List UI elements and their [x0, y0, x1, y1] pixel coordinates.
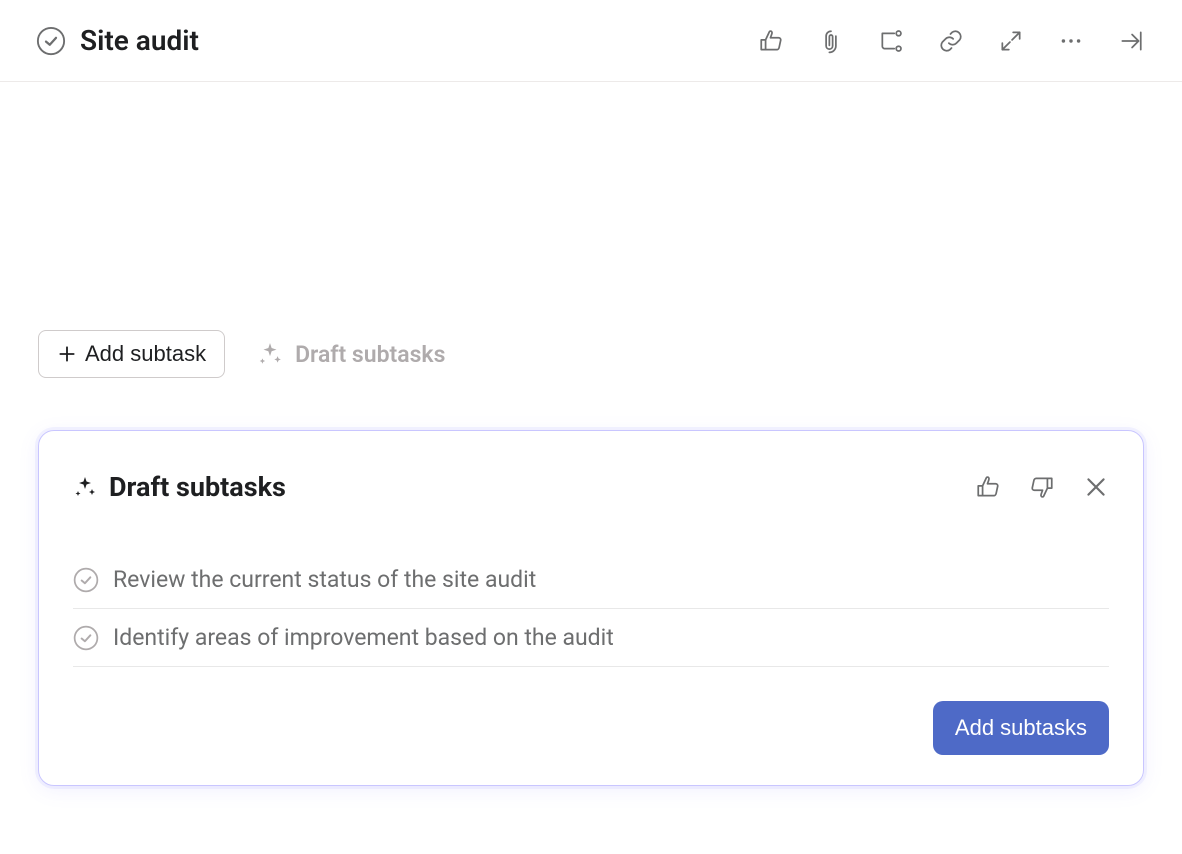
- add-subtask-label: Add subtask: [85, 341, 206, 367]
- subtask-text: Review the current status of the site au…: [113, 566, 536, 593]
- header-left: Site audit: [36, 24, 199, 57]
- plus-icon: [57, 344, 77, 364]
- sparkle-icon: [73, 475, 97, 499]
- subtask-text: Identify areas of improvement based on t…: [113, 624, 614, 651]
- link-icon[interactable]: [938, 28, 964, 54]
- draft-subtasks-link[interactable]: Draft subtasks: [257, 341, 445, 368]
- thumbs-up-icon[interactable]: [975, 474, 1001, 500]
- check-circle-icon[interactable]: [73, 567, 99, 593]
- attachment-icon[interactable]: [818, 28, 844, 54]
- panel-actions: [975, 474, 1109, 500]
- subtask-row[interactable]: Identify areas of improvement based on t…: [73, 609, 1109, 667]
- panel-title: Draft subtasks: [109, 471, 286, 503]
- subtask-list: Review the current status of the site au…: [73, 551, 1109, 667]
- panel-title-wrap: Draft subtasks: [73, 471, 286, 503]
- task-title[interactable]: Site audit: [80, 24, 199, 57]
- task-header: Site audit: [0, 0, 1182, 82]
- task-content: Add subtask Draft subtasks Draft subtask…: [0, 82, 1182, 786]
- header-actions: [758, 28, 1144, 54]
- like-icon[interactable]: [758, 28, 784, 54]
- subtask-controls: Add subtask Draft subtasks: [38, 330, 1144, 378]
- check-circle-icon[interactable]: [73, 625, 99, 651]
- expand-icon[interactable]: [998, 28, 1024, 54]
- collapse-right-icon[interactable]: [1118, 28, 1144, 54]
- panel-footer: Add subtasks: [73, 701, 1109, 755]
- more-icon[interactable]: [1058, 28, 1084, 54]
- add-subtasks-button[interactable]: Add subtasks: [933, 701, 1109, 755]
- draft-subtasks-label: Draft subtasks: [295, 341, 445, 368]
- subtask-icon[interactable]: [878, 28, 904, 54]
- subtask-row[interactable]: Review the current status of the site au…: [73, 551, 1109, 609]
- complete-task-icon[interactable]: [36, 26, 66, 56]
- close-icon[interactable]: [1083, 474, 1109, 500]
- add-subtask-button[interactable]: Add subtask: [38, 330, 225, 378]
- thumbs-down-icon[interactable]: [1029, 474, 1055, 500]
- sparkle-icon: [257, 341, 283, 367]
- draft-subtasks-panel: Draft subtasks Review the current status…: [38, 430, 1144, 786]
- panel-header: Draft subtasks: [73, 471, 1109, 503]
